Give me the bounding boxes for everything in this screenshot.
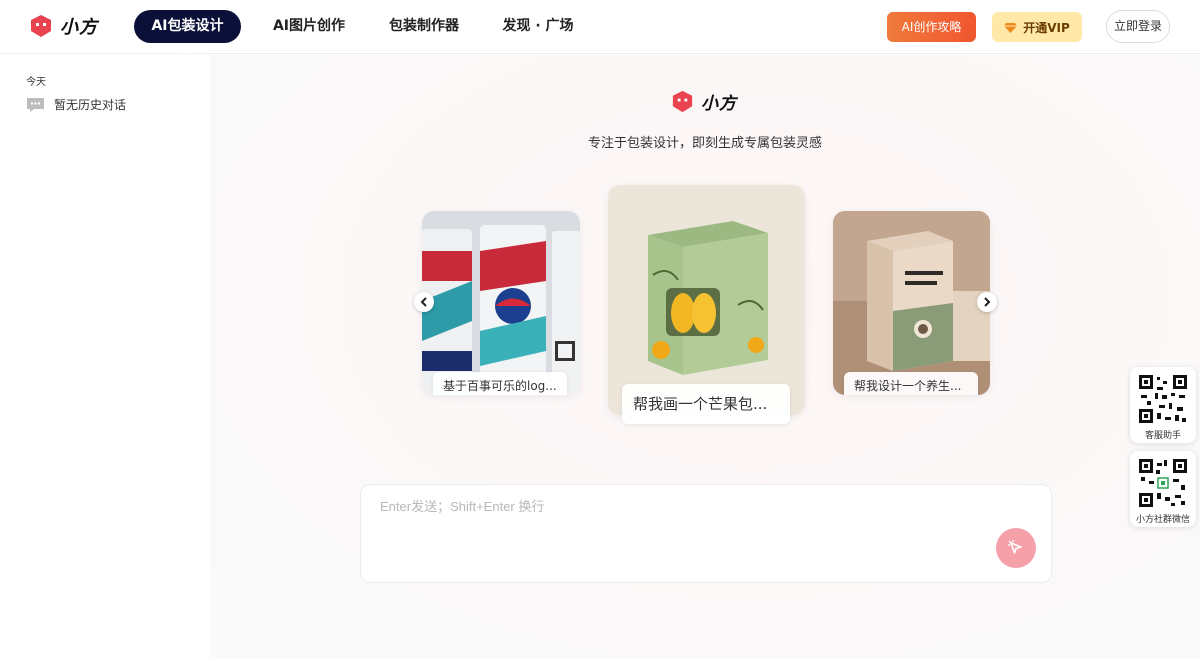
send-button[interactable] — [996, 528, 1036, 568]
vip-label: 开通VIP — [1023, 20, 1070, 35]
hero-brand-name: 小方 — [701, 94, 737, 114]
login-button[interactable]: 立即登录 — [1106, 10, 1170, 43]
logo-icon — [31, 15, 51, 37]
send-icon — [1008, 540, 1022, 554]
prompt-input[interactable] — [380, 496, 980, 556]
nav-discover-plaza[interactable]: 发现 · 广场 — [497, 10, 579, 43]
prompt-input-box — [360, 484, 1052, 583]
history-sidebar: 今天 暂无历史对话 — [0, 55, 210, 659]
example-card-tea[interactable]: 帮我设计一个养生... — [833, 211, 990, 395]
card-caption-cola: 基于百事可乐的log... — [433, 372, 567, 395]
chevron-right-icon — [984, 297, 991, 307]
top-navbar: 小方 AI包装设计师 AI图片创作 包装制作器 发现 · 广场 AI创作攻略 开… — [0, 0, 1200, 67]
card-caption-mango: 帮我画一个芒果包... — [622, 384, 790, 424]
qr-code-icon — [1137, 457, 1189, 509]
carousel-next-button[interactable] — [977, 292, 997, 312]
cola-cans-image — [422, 211, 580, 395]
history-empty-state: 暂无历史对话 — [26, 96, 126, 113]
qr-label-community-wechat: 小方社群微信 — [1135, 515, 1190, 525]
logo-icon — [672, 90, 693, 113]
brand-logo[interactable]: 小方 — [28, 13, 98, 39]
tea-box-image — [833, 211, 990, 395]
brand-name: 小方 — [60, 17, 98, 38]
card-caption-tea: 帮我设计一个养生... — [844, 372, 978, 395]
qr-community-wechat[interactable]: 小方社群微信 — [1130, 451, 1196, 527]
nav-ai-package-designer[interactable]: AI包装设计师 — [134, 10, 241, 67]
qr-code-icon — [1137, 373, 1189, 425]
hero-tagline: 专注于包装设计，即刻生成专属包装灵感 — [587, 136, 822, 151]
hero-brand: 小方 — [670, 89, 737, 114]
chat-bubble-icon — [27, 97, 44, 112]
nav-package-maker[interactable]: 包装制作器 — [380, 10, 468, 43]
diamond-icon — [1004, 22, 1018, 33]
vip-button[interactable]: 开通VIP — [992, 12, 1082, 42]
carousel-prev-button[interactable] — [414, 292, 434, 312]
nav-ai-image-creation[interactable]: AI图片创作 — [266, 10, 352, 43]
qr-label-customer-service: 客服助手 — [1144, 431, 1181, 441]
example-card-cola[interactable]: 基于百事可乐的log... — [422, 211, 580, 395]
ai-guide-button[interactable]: AI创作攻略 — [887, 12, 976, 42]
example-card-mango[interactable] — [608, 185, 805, 415]
qr-customer-service[interactable]: 客服助手 — [1130, 367, 1196, 443]
mango-box-image — [608, 185, 805, 415]
history-empty-label: 暂无历史对话 — [54, 98, 127, 112]
chevron-left-icon — [420, 297, 427, 307]
main-content: 小方 专注于包装设计，即刻生成专属包装灵感 基于百事可乐的log... 帮我画一… — [210, 55, 1200, 659]
history-group-label: 今天 — [26, 77, 46, 88]
